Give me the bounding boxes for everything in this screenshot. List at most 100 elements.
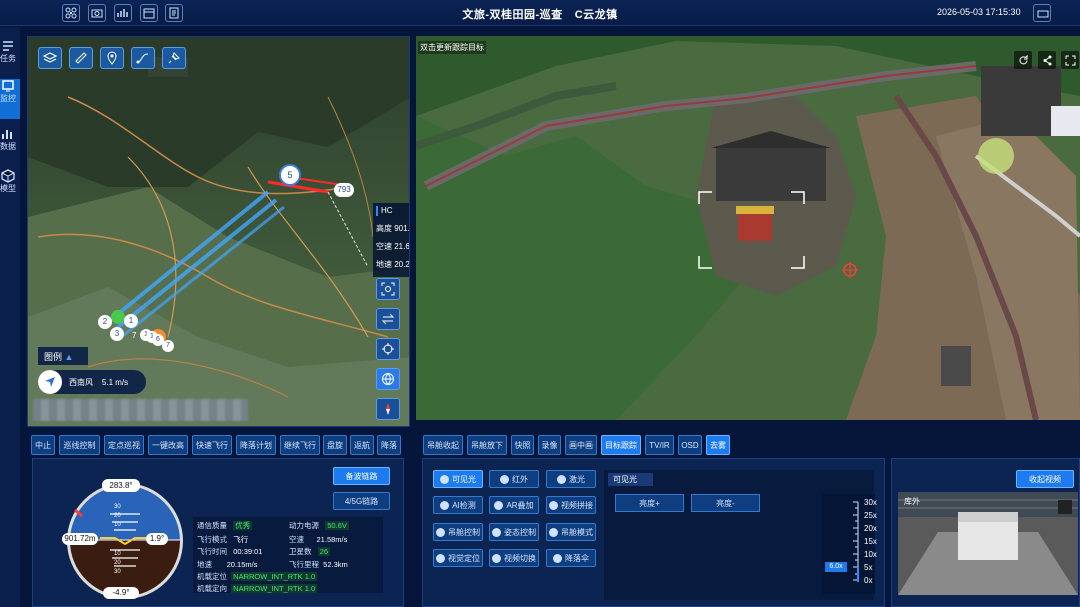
pitch-tick-label: 30	[114, 569, 121, 575]
waypoint-marker[interactable]: 2	[98, 315, 112, 329]
legend-toggle[interactable]: 图例 ▲	[38, 347, 88, 365]
fast-flight-button[interactable]: 快速飞行	[192, 435, 232, 455]
telemetry-key: 动力电源	[289, 521, 319, 530]
cellular-link-button[interactable]: 4/5G链路	[333, 492, 390, 510]
circle-icon	[440, 500, 450, 510]
compass-icon[interactable]	[376, 398, 400, 420]
telemetry-value: 20.15m/s	[226, 560, 258, 569]
attitude-control-button[interactable]: 姿态控制	[489, 523, 539, 541]
refresh-icon[interactable]	[1014, 51, 1032, 69]
cube-icon	[1, 169, 15, 183]
zoom-tick: 15x	[864, 537, 877, 546]
telemetry-row: 动力电源 50.6V	[289, 520, 349, 531]
pitch-tick-label: 20	[114, 560, 121, 566]
return-home-button[interactable]: 返航	[350, 435, 374, 455]
waypoint-marker[interactable]: 7	[132, 331, 142, 341]
brightness-down-button[interactable]: 亮度-	[691, 494, 760, 512]
video-hint: 双击更新跟踪目标	[418, 41, 486, 54]
telemetry-row: 飞行模式 飞行	[197, 534, 248, 545]
button-label: 激光	[569, 474, 585, 484]
circle-icon	[553, 553, 562, 563]
button-label: 吊舱模式	[561, 527, 593, 537]
pip-button[interactable]: 画中画	[565, 435, 597, 455]
rail-item-monitor[interactable]: 监控	[0, 79, 20, 119]
keyboard-icon[interactable]	[1033, 4, 1051, 22]
infrared-button[interactable]: 红外	[489, 470, 539, 488]
circle-icon	[440, 474, 449, 484]
hover-button[interactable]: 盘旋	[323, 435, 347, 455]
document-icon[interactable]	[165, 4, 183, 22]
line-patrol-button[interactable]: 巡线控制	[59, 435, 100, 455]
waypoint-marker[interactable]: 3	[110, 327, 124, 341]
visible-light-button[interactable]: 可见光	[433, 470, 483, 488]
ruler-icon[interactable]	[69, 47, 93, 69]
video-stitch-button[interactable]: 视频拼接	[546, 496, 596, 514]
zoom-tick: 30x	[864, 498, 877, 507]
camera-icon[interactable]	[88, 4, 106, 22]
snapshot-button[interactable]: 快照	[511, 435, 534, 455]
gimbal-deploy-button[interactable]: 吊舱放下	[467, 435, 507, 455]
brightness-up-button[interactable]: 亮度+	[615, 494, 684, 512]
continue-flight-button[interactable]: 继续飞行	[280, 435, 320, 455]
osd-button[interactable]: OSD	[678, 435, 702, 455]
page-title: 文旅-双桂田园-巡查 C云龙镇	[430, 6, 650, 22]
waypoint-marker[interactable]: 793	[334, 183, 354, 197]
rail-item-data[interactable]: 数据	[0, 127, 20, 167]
pin-icon[interactable]	[162, 47, 186, 69]
video-switch-button[interactable]: 视频切换	[489, 549, 539, 567]
globe-icon[interactable]	[376, 368, 400, 390]
signal-icon[interactable]	[114, 4, 132, 22]
button-label: AR叠加	[506, 500, 534, 510]
button-label: AI检测	[452, 500, 476, 510]
map-view[interactable]: 5 793 2 1 3 1 7 1 6 7 HC 高度 901. 空速 21.6…	[27, 36, 410, 427]
zoom-slider[interactable]: 30x 25x 20x 15x 10x 5x 0x 6.0x	[822, 494, 877, 594]
share-icon[interactable]	[1038, 51, 1056, 69]
location-pin-icon[interactable]	[100, 47, 124, 69]
gimbal-control-button[interactable]: 吊舱控制	[433, 523, 483, 541]
fullscreen-icon[interactable]	[1061, 51, 1079, 69]
telemetry-row: 机载定向 NARROW_INT_RTK 1.0	[197, 583, 318, 594]
defog-button[interactable]: 去雾	[706, 435, 730, 455]
map-toolbar	[38, 47, 186, 69]
gimbal-video-view[interactable]: 双击更新跟踪目标	[416, 36, 1080, 420]
circle-icon	[549, 527, 558, 537]
crosshair-icon[interactable]	[376, 338, 400, 360]
rail-item-label: 监控	[0, 94, 16, 103]
telemetry-value: 飞行	[233, 535, 249, 544]
land-button[interactable]: 降落	[377, 435, 401, 455]
waypoint-marker[interactable]: 7	[162, 340, 174, 352]
route-icon[interactable]	[131, 47, 155, 69]
button-label: 可见光	[452, 474, 476, 484]
change-altitude-button[interactable]: 一键改高	[148, 435, 188, 455]
abort-button[interactable]: 中止	[31, 435, 55, 455]
record-button[interactable]: 录像	[538, 435, 561, 455]
gimbal-retract-button[interactable]: 吊舱收起	[423, 435, 463, 455]
ar-overlay-button[interactable]: AR叠加	[489, 496, 539, 514]
collapse-video-button[interactable]: 收起视频	[1016, 470, 1074, 488]
circle-icon	[492, 553, 501, 563]
fit-view-icon[interactable]	[376, 278, 400, 300]
button-label: 视觉定位	[448, 553, 480, 563]
waypoint-marker[interactable]: 5	[279, 164, 301, 186]
calendar-icon[interactable]	[140, 4, 158, 22]
target-tracking-button[interactable]: 目标跟踪	[601, 435, 641, 455]
telemetry-key: 空速	[289, 535, 304, 544]
drone-icon[interactable]	[62, 4, 80, 22]
visual-positioning-button[interactable]: 视觉定位	[433, 549, 483, 567]
rail-item-model[interactable]: 模型	[0, 169, 20, 209]
swap-icon[interactable]	[376, 308, 400, 330]
tv-ir-button[interactable]: TV/IR	[645, 435, 674, 455]
laser-button[interactable]: 激光	[546, 470, 596, 488]
point-patrol-button[interactable]: 定点巡视	[104, 435, 144, 455]
preview-video[interactable]: 库外	[898, 492, 1078, 595]
rail-item-task[interactable]: 任务	[0, 39, 20, 79]
landing-plan-button[interactable]: 降落计划	[236, 435, 276, 455]
parachute-button[interactable]: 降落伞	[546, 549, 596, 567]
backup-link-button[interactable]: 备波链路	[333, 467, 390, 485]
ai-detect-button[interactable]: AI检测	[433, 496, 483, 514]
preview-label: 库外	[904, 497, 920, 506]
telemetry-key: 飞行模式	[197, 535, 227, 544]
layers-icon[interactable]	[38, 47, 62, 69]
waypoint-marker[interactable]: 1	[124, 314, 138, 328]
gimbal-mode-button[interactable]: 吊舱模式	[546, 523, 596, 541]
